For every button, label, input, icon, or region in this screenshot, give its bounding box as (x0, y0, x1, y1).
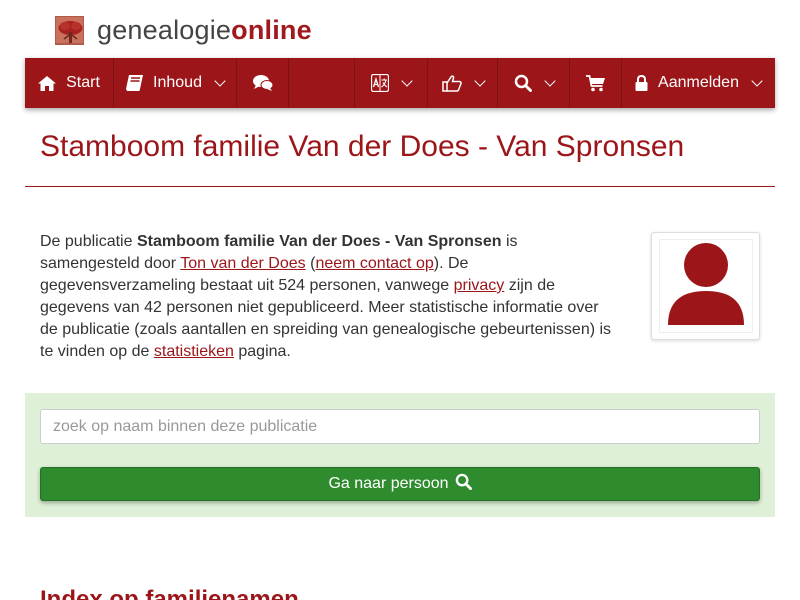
chevron-down-icon (214, 75, 226, 87)
thumbs-up-icon (441, 74, 462, 92)
brand-name-part1: genealogie (97, 15, 232, 45)
site-brand[interactable]: genealogieonline (55, 14, 312, 46)
intro-text-6: pagina. (233, 343, 291, 360)
author-avatar[interactable] (651, 232, 760, 340)
nav-language[interactable] (354, 58, 428, 108)
nav-start-label: Start (66, 74, 100, 91)
main-navbar: Start Inhoud Aanmelden (25, 58, 775, 108)
page-title: Stamboom familie Van der Does - Van Spro… (40, 130, 685, 163)
book-icon (126, 75, 144, 91)
nav-login-label: Aanmelden (658, 74, 739, 91)
contact-link[interactable]: neem contact op (315, 255, 433, 272)
go-to-person-label: Ga naar persoon (328, 475, 449, 492)
chevron-down-icon (473, 75, 486, 87)
brand-name: genealogieonline (97, 14, 312, 46)
family-tree-logo-icon (55, 15, 84, 45)
publication-intro: De publicatie Stamboom familie Van der D… (40, 231, 620, 363)
nav-login[interactable]: Aanmelden (622, 58, 774, 108)
search-icon (455, 473, 472, 495)
nav-start[interactable]: Start (25, 58, 114, 108)
go-to-person-button[interactable]: Ga naar persoon (40, 467, 760, 501)
author-link[interactable]: Ton van der Does (180, 255, 305, 272)
person-search-panel: Ga naar persoon (25, 393, 775, 517)
search-icon (514, 74, 532, 92)
lock-icon (635, 75, 648, 91)
avatar-frame (658, 239, 753, 333)
intro-text-3: ( (305, 255, 316, 272)
chevron-down-icon (751, 75, 763, 87)
cart-icon (585, 74, 606, 92)
translate-icon (371, 74, 389, 92)
privacy-link[interactable]: privacy (454, 277, 505, 294)
person-search-input[interactable] (40, 409, 760, 444)
intro-text-1: De publicatie (40, 233, 137, 250)
chevron-down-icon (401, 75, 413, 87)
title-divider (25, 186, 775, 187)
nav-inhoud[interactable]: Inhoud (114, 58, 237, 108)
brand-name-part2: online (231, 15, 312, 45)
home-icon (38, 75, 57, 91)
user-silhouette-icon (667, 241, 744, 332)
family-names-index-heading: Index op familienamen (40, 586, 299, 600)
statistics-link[interactable]: statistieken (154, 343, 234, 360)
nav-search[interactable] (498, 58, 570, 108)
nav-cart[interactable] (570, 58, 622, 108)
nav-recommend[interactable] (428, 58, 498, 108)
publication-name: Stamboom familie Van der Does - Van Spro… (136, 233, 502, 250)
chat-icon (252, 75, 273, 91)
chevron-down-icon (543, 75, 556, 87)
nav-chat[interactable] (237, 58, 289, 108)
nav-inhoud-label: Inhoud (153, 74, 202, 91)
